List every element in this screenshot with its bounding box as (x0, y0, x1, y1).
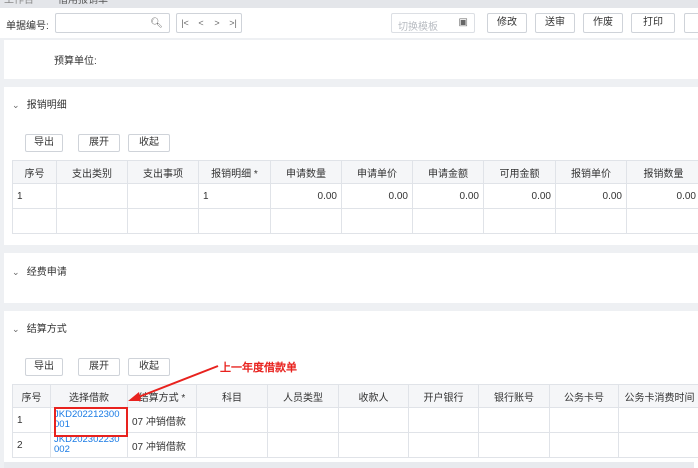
cell-person-type[interactable] (267, 407, 339, 433)
cell-payee[interactable] (338, 432, 409, 458)
col-header: 人员类型 (267, 384, 339, 408)
cell-settle-method[interactable]: 07 冲销借款 (127, 407, 197, 433)
chevron-down-icon: ⌄ (12, 100, 20, 110)
toolbar: 单据编号: 🔍︎ |< < > >| 切换模板 ▣ 修改 送审 作废 打印 (0, 8, 698, 38)
funding-application-header[interactable]: ⌄ 经费申请 (12, 263, 67, 278)
collapse-button[interactable]: 收起 (128, 358, 170, 376)
tab-strip: 工作台 借用报销单 (0, 0, 698, 8)
budget-unit-label: 预算单位: (54, 56, 97, 67)
expand-button[interactable]: 展开 (78, 358, 120, 376)
cell-account[interactable] (478, 407, 550, 433)
first-page-button[interactable]: |< (177, 14, 193, 32)
col-header: 银行账号 (478, 384, 550, 408)
doc-no-label: 单据编号: (6, 21, 49, 32)
funding-application-title: 经费申请 (26, 267, 67, 278)
print-button[interactable]: 打印 (631, 13, 675, 33)
cell-person-type[interactable] (267, 432, 339, 458)
annotation-text: 上一年度借款单 (220, 362, 297, 374)
more-button[interactable] (684, 13, 698, 33)
chevron-down-icon: ⌄ (12, 324, 20, 334)
cell-index: 1 (12, 407, 51, 433)
template-select[interactable]: 切换模板 ▣ (391, 13, 475, 33)
cell-card-no[interactable] (549, 407, 619, 433)
col-header: 报销数量 (626, 160, 698, 184)
tab-workbench[interactable]: 工作台 (4, 0, 34, 8)
col-header: 科目 (196, 384, 268, 408)
cell-subject[interactable] (196, 407, 268, 433)
col-header: 报销明细 * (198, 160, 271, 184)
cell-card-time[interactable] (618, 407, 698, 433)
export-button[interactable]: 导出 (25, 134, 63, 152)
settlement-header[interactable]: ⌄ 结算方式 (12, 320, 67, 335)
cell-index: 2 (12, 432, 51, 458)
col-header: 申请单价 (341, 160, 413, 184)
col-header: 公务卡号 (549, 384, 619, 408)
search-icon[interactable]: 🔍︎ (150, 18, 163, 29)
col-header: 可用金额 (483, 160, 556, 184)
col-header: 结算方式 * (127, 384, 197, 408)
cell-payee[interactable] (338, 407, 409, 433)
cell-card-time[interactable] (618, 432, 698, 458)
prev-page-button[interactable]: < (193, 14, 209, 32)
highlight-box (54, 407, 128, 437)
template-icon: ▣ (458, 17, 468, 28)
cell-reimb-qty[interactable]: 0.00 (626, 183, 698, 209)
cell-subject[interactable] (196, 432, 268, 458)
col-header: 申请金额 (412, 160, 484, 184)
col-header: 收款人 (338, 384, 409, 408)
tab-reimbursement[interactable]: 借用报销单 (58, 0, 108, 8)
funding-application-panel: ⌄ 经费申请 (4, 253, 698, 303)
reimbursement-detail-panel: ⌄ 报销明细 导出 展开 收起 序号 支出类别 支出事项 报销明细 * 申请数量… (4, 87, 698, 245)
submit-button[interactable]: 送审 (535, 13, 575, 33)
cell-reimb-price[interactable]: 0.00 (555, 183, 627, 209)
cell-available: 0.00 (483, 183, 556, 209)
cell-account[interactable] (478, 432, 550, 458)
doc-no-input[interactable]: 🔍︎ (55, 13, 170, 33)
col-header: 支出事项 (127, 160, 199, 184)
cell-item[interactable] (127, 183, 199, 209)
col-header: 公务卡消费时间 (618, 384, 698, 408)
cell-bank[interactable] (408, 432, 479, 458)
col-header: 序号 (12, 160, 57, 184)
cell-apply-qty: 0.00 (270, 183, 342, 209)
col-header: 支出类别 (56, 160, 128, 184)
col-header: 序号 (12, 384, 51, 408)
table-row-empty (12, 208, 698, 234)
last-page-button[interactable]: >| (225, 14, 241, 32)
cell-card-no[interactable] (549, 432, 619, 458)
settlement-title: 结算方式 (26, 324, 67, 335)
col-header: 申请数量 (270, 160, 342, 184)
col-header: 开户银行 (408, 384, 479, 408)
edit-button[interactable]: 修改 (487, 13, 527, 33)
export-button[interactable]: 导出 (25, 358, 63, 376)
horizontal-scrollbar[interactable] (4, 462, 694, 468)
cell-apply-amount: 0.00 (412, 183, 484, 209)
cell-settle-method[interactable]: 07 冲销借款 (127, 432, 197, 458)
budget-unit-panel: 预算单位: (4, 40, 698, 79)
col-header: 报销单价 (555, 160, 627, 184)
settlement-panel: ⌄ 结算方式 导出 展开 收起 序号 选择借款 结算方式 * 科目 人员类型 收… (4, 311, 698, 468)
expand-button[interactable]: 展开 (78, 134, 120, 152)
table-row[interactable]: 1 1 0.00 0.00 0.00 0.00 0.00 0.00 (12, 183, 698, 209)
reimbursement-detail-title: 报销明细 (26, 100, 67, 111)
reimbursement-table: 序号 支出类别 支出事项 报销明细 * 申请数量 申请单价 申请金额 可用金额 … (12, 160, 698, 234)
cell-category[interactable] (56, 183, 128, 209)
col-header: 选择借款 (50, 384, 128, 408)
cell-apply-price: 0.00 (341, 183, 413, 209)
template-placeholder: 切换模板 (398, 22, 438, 33)
pager: |< < > >| (176, 13, 242, 33)
cell-index: 1 (12, 183, 57, 209)
reimbursement-detail-header[interactable]: ⌄ 报销明细 (12, 96, 67, 111)
void-button[interactable]: 作废 (583, 13, 623, 33)
chevron-down-icon: ⌄ (12, 267, 20, 277)
cell-bank[interactable] (408, 407, 479, 433)
next-page-button[interactable]: > (209, 14, 225, 32)
cell-detail[interactable]: 1 (198, 183, 271, 209)
collapse-button[interactable]: 收起 (128, 134, 170, 152)
